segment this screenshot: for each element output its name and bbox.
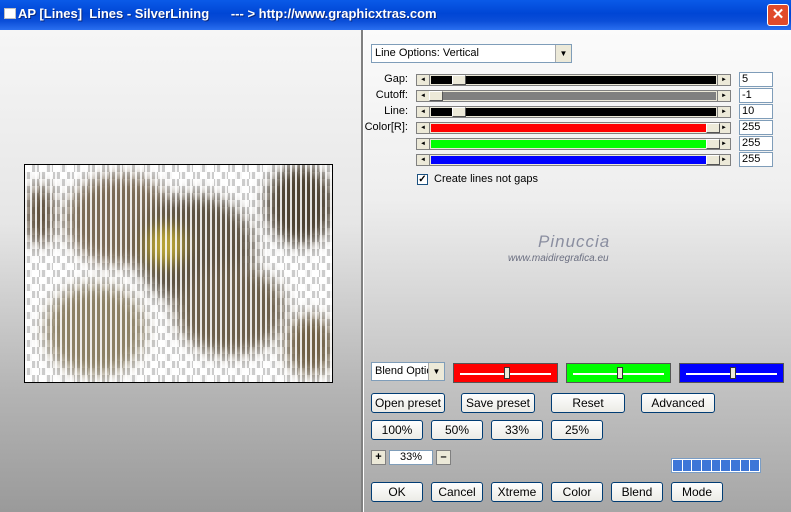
blend-channel-slider[interactable] <box>679 363 784 383</box>
slider-label: Cutoff: <box>375 89 408 101</box>
progress-segment <box>721 460 731 471</box>
zoom-field[interactable]: 33% <box>389 450 433 465</box>
reset-button[interactable]: Reset <box>551 393 625 413</box>
close-icon: ✕ <box>771 6 785 23</box>
zoom-100-button[interactable]: 100% <box>371 420 423 440</box>
blend-slider-thumb[interactable] <box>730 367 736 379</box>
slider-thumb[interactable] <box>452 107 466 117</box>
slider-value-field[interactable]: 5 <box>739 72 773 87</box>
plus-icon: + <box>375 451 382 463</box>
progress-bar <box>671 458 761 473</box>
ok-button[interactable]: OK <box>371 482 423 502</box>
watermark-name: Pinuccia <box>538 232 611 251</box>
arrow-left-icon[interactable]: ◄ <box>417 107 430 117</box>
slider-label: Gap: <box>384 73 408 85</box>
slider-fill <box>431 156 716 164</box>
slider-fill <box>431 140 716 148</box>
slider-value-field[interactable]: -1 <box>739 88 773 103</box>
blend-slider-thumb[interactable] <box>504 367 510 379</box>
progress-segment <box>673 460 682 471</box>
slider-track[interactable]: ◄ ► <box>416 106 731 118</box>
window-title: AP [Lines] Lines - SilverLining --- > ht… <box>18 6 437 21</box>
slider-label: Color[R]: <box>364 121 408 133</box>
arrow-right-icon[interactable]: ► <box>717 107 730 117</box>
create-lines-label: Create lines not gaps <box>434 173 538 185</box>
arrow-left-icon[interactable]: ◄ <box>417 75 430 85</box>
zoom-25-button[interactable]: 25% <box>551 420 603 440</box>
progress-segment <box>731 460 740 471</box>
slider-value-field[interactable]: 255 <box>739 120 773 135</box>
dropdown-arrow-icon: ▼ <box>555 45 571 62</box>
watermark-url: www.maidiregrafica.eu <box>508 253 609 264</box>
dropdown-arrow-icon: ▼ <box>428 363 444 380</box>
window-icon <box>4 8 16 19</box>
slider-thumb[interactable] <box>706 123 720 133</box>
color-button[interactable]: Color <box>551 482 603 502</box>
slider-track[interactable]: ◄ ► <box>416 90 731 102</box>
slider-value-field[interactable]: 10 <box>739 104 773 119</box>
preview-image[interactable] <box>24 164 333 383</box>
slider-thumb[interactable] <box>706 139 720 149</box>
slider-thumb[interactable] <box>706 155 720 165</box>
progress-segment <box>711 460 721 471</box>
progress-segment <box>702 460 711 471</box>
progress-segment <box>740 460 750 471</box>
progress-segment <box>692 460 702 471</box>
slider-fill <box>431 124 716 132</box>
slider-track[interactable]: ◄ ► <box>416 74 731 86</box>
slider-thumb[interactable] <box>452 75 466 85</box>
minus-icon: – <box>440 451 447 463</box>
progress-segment <box>682 460 692 471</box>
cancel-button[interactable]: Cancel <box>431 482 483 502</box>
slider-fill <box>431 92 716 100</box>
blend-options-select[interactable]: Blend Optio ▼ <box>371 362 445 381</box>
arrow-left-icon[interactable]: ◄ <box>417 139 430 149</box>
blend-channel-slider[interactable] <box>566 363 671 383</box>
slider-value-field[interactable]: 255 <box>739 136 773 151</box>
zoom-in-button[interactable]: + <box>371 450 386 465</box>
zoom-33-button[interactable]: 33% <box>491 420 543 440</box>
slider-value-field[interactable]: 255 <box>739 152 773 167</box>
slider-track[interactable]: ◄ ► <box>416 122 731 134</box>
slider-fill <box>431 108 716 116</box>
slider-label: Line: <box>384 105 408 117</box>
slider-track[interactable]: ◄ ► <box>416 154 731 166</box>
open-preset-button[interactable]: Open preset <box>371 393 445 413</box>
blend-channel-slider[interactable] <box>453 363 558 383</box>
arrow-right-icon[interactable]: ► <box>717 75 730 85</box>
advanced-button[interactable]: Advanced <box>641 393 715 413</box>
title-bar: AP [Lines] Lines - SilverLining --- > ht… <box>0 0 791 30</box>
progress-segment <box>750 460 760 471</box>
blend-button[interactable]: Blend <box>611 482 663 502</box>
slider-fill <box>431 76 716 84</box>
line-overlay <box>25 165 332 382</box>
arrow-left-icon[interactable]: ◄ <box>417 123 430 133</box>
zoom-50-button[interactable]: 50% <box>431 420 483 440</box>
mode-button[interactable]: Mode <box>671 482 723 502</box>
arrow-left-icon[interactable]: ◄ <box>417 155 430 165</box>
blend-options-value: Blend Optio <box>375 365 433 377</box>
slider-thumb[interactable] <box>429 91 443 101</box>
create-lines-checkbox[interactable]: ✓ <box>417 174 428 185</box>
arrow-right-icon[interactable]: ► <box>717 91 730 101</box>
zoom-out-button[interactable]: – <box>436 450 451 465</box>
line-options-select[interactable]: Line Options: Vertical ▼ <box>371 44 572 63</box>
save-preset-button[interactable]: Save preset <box>461 393 535 413</box>
xtreme-button[interactable]: Xtreme <box>491 482 543 502</box>
blend-slider-thumb[interactable] <box>617 367 623 379</box>
line-options-value: Line Options: Vertical <box>375 47 479 59</box>
slider-track[interactable]: ◄ ► <box>416 138 731 150</box>
checkmark-icon: ✓ <box>418 174 427 185</box>
close-button[interactable]: ✕ <box>767 4 789 26</box>
